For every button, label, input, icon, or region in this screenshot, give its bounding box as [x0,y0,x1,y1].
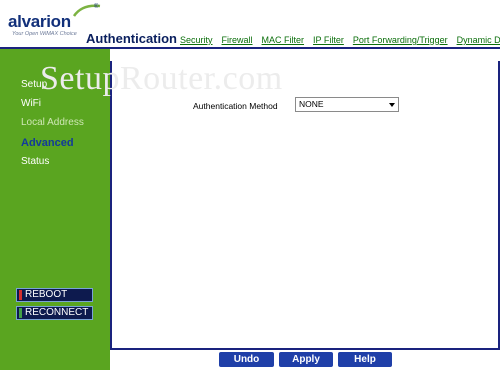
help-button[interactable]: Help [338,352,392,367]
sidebar-item-status[interactable]: Status [21,156,49,167]
nav-link-ip-filter[interactable]: IP Filter [313,35,344,45]
logo-registered-mark: ® [94,4,99,10]
watermark: SetupRouter.com [40,60,283,97]
sidebar: Setup WiFi Local Address Advanced Status… [0,61,110,370]
logo-text: alvarion [8,12,71,31]
nav-link-security[interactable]: Security [180,35,213,45]
sidebar-item-advanced[interactable]: Advanced [21,137,74,149]
nav-link-dynamic-dns[interactable]: Dynamic DNS [457,35,500,45]
header: alvarion ® Your Open WiMAX Choice Authen… [0,0,500,48]
nav-link-port-forwarding[interactable]: Port Forwarding/Trigger [353,35,448,45]
reboot-button[interactable]: REBOOT [16,288,93,302]
logo-tagline: Your Open WiMAX Choice [12,31,77,37]
reconnect-button[interactable]: RECONNECT [16,306,93,320]
nav-link-firewall[interactable]: Firewall [222,35,253,45]
top-nav: Security Firewall MAC Filter IP Filter P… [180,35,500,45]
chevron-down-icon [389,103,395,107]
reboot-button-label: REBOOT [25,289,68,300]
auth-method-value: NONE [299,99,324,109]
reconnect-button-label: RECONNECT [25,307,89,318]
page-title: Authentication [86,31,177,46]
reconnect-indicator-icon [19,308,22,318]
auth-method-select[interactable]: NONE [295,97,399,112]
apply-button[interactable]: Apply [279,352,333,367]
auth-method-label: Authentication Method [193,101,278,111]
sidebar-item-wifi[interactable]: WiFi [21,98,41,109]
undo-button[interactable]: Undo [219,352,274,367]
sidebar-item-local-address[interactable]: Local Address [21,117,84,128]
reboot-indicator-icon [19,290,22,300]
nav-link-mac-filter[interactable]: MAC Filter [262,35,305,45]
